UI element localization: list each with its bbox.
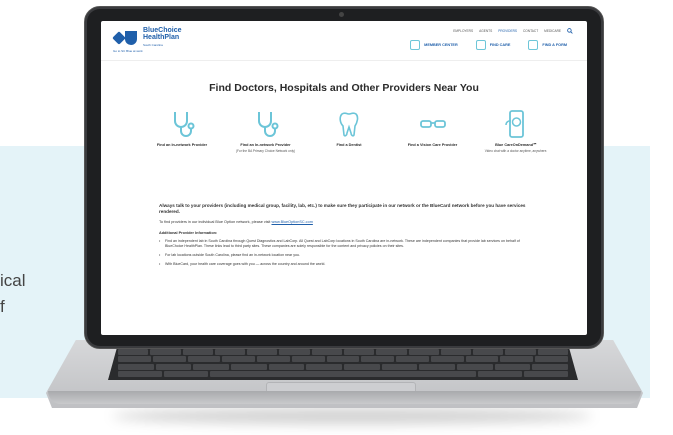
stethoscope-icon	[167, 109, 197, 139]
individual-text: To find providers in our individual Blue…	[159, 220, 271, 224]
card-sub: Video chat with a doctor anytime, anywhe…	[484, 149, 548, 153]
top-link-agents[interactable]: AGENTS	[479, 29, 492, 33]
blue-option-link[interactable]: www.BlueOptionSC.com	[272, 220, 313, 224]
individual-paragraph: To find providers in our individual Blue…	[159, 220, 539, 225]
top-link-employers[interactable]: EMPLOYERS	[453, 29, 473, 33]
nav-label: FIND CARE	[489, 43, 511, 47]
card-vision[interactable]: Find a Vision Care Provider	[400, 109, 466, 153]
camera-icon	[339, 12, 344, 17]
card-label: Blue CareOnDemand℠	[495, 143, 537, 147]
card-label: Find an In-network Provider	[240, 143, 291, 147]
card-primary-choice[interactable]: Find an In-network Provider (For the BA …	[233, 109, 299, 153]
laptop-lid: BlueChoice HealthPlan South Carolina Go …	[84, 6, 604, 349]
notice-text: Always talk to your providers (including…	[159, 203, 526, 214]
provider-cards: Find an In-network Provider Find an In-n…	[149, 109, 549, 153]
nav-member-center[interactable]: MEMBER CENTER	[410, 40, 458, 50]
tooth-icon	[334, 109, 364, 139]
laptop-front-edge	[48, 391, 641, 404]
search-icon[interactable]	[567, 28, 573, 34]
logo-sub: South Carolina	[143, 43, 163, 47]
side-text-line: ical	[0, 271, 26, 290]
additional-heading: Additional Provider Information:	[159, 231, 218, 235]
logo-name-line2: HealthPlan	[143, 34, 180, 41]
side-text-line: f	[0, 297, 5, 316]
phone-video-icon	[501, 109, 531, 139]
site-logo[interactable]: BlueChoice HealthPlan South Carolina	[112, 27, 182, 49]
nav-find-care[interactable]: FIND CARE	[475, 40, 511, 50]
card-in-network[interactable]: Find an In-network Provider	[149, 109, 215, 153]
top-links: EMPLOYERS AGENTS PROVIDERS CONTACT MEDIC…	[453, 28, 573, 34]
logo-name-line1: BlueChoice	[143, 27, 182, 34]
screen: BlueChoice HealthPlan South Carolina Go …	[101, 21, 587, 335]
side-text: ical f	[0, 268, 26, 320]
member-icon	[410, 40, 421, 50]
card-care-on-demand[interactable]: Blue CareOnDemand℠ Video chat with a doc…	[483, 109, 549, 153]
laptop-shadow	[112, 408, 592, 424]
provider-info: Always talk to your providers (including…	[159, 203, 539, 267]
top-link-medicare[interactable]: MEDICARE	[544, 29, 561, 33]
form-icon	[528, 40, 539, 50]
card-sub: (For the BA Primary Choice Network only)	[235, 149, 296, 153]
nav-label: MEMBER CENTER	[424, 43, 458, 47]
tagline[interactable]: Go to SC Blue at work	[113, 49, 143, 53]
card-label: Find a Dentist	[336, 143, 362, 147]
stethoscope-icon	[475, 40, 486, 50]
card-label: Find an In-network Provider	[156, 143, 208, 147]
site-header: BlueChoice HealthPlan South Carolina Go …	[101, 21, 587, 61]
cross-shield-logo-icon	[112, 31, 139, 45]
main-nav: MEMBER CENTER FIND CARE FIND A FORM	[410, 40, 567, 50]
keyboard	[108, 346, 578, 380]
stethoscope-icon	[251, 109, 281, 139]
glasses-icon	[418, 109, 448, 139]
list-item: Find an independent lab in South Carolin…	[159, 239, 539, 249]
list-item: With BlueCard, your health care coverage…	[159, 262, 539, 267]
logo-text: BlueChoice HealthPlan South Carolina	[143, 27, 182, 49]
card-dentist[interactable]: Find a Dentist	[316, 109, 382, 153]
page-title: Find Doctors, Hospitals and Other Provid…	[209, 82, 479, 94]
nav-label: FIND A FORM	[542, 43, 567, 47]
top-link-contact[interactable]: CONTACT	[523, 29, 538, 33]
card-label: Find a Vision Care Provider	[407, 143, 458, 147]
top-link-providers[interactable]: PROVIDERS	[498, 29, 517, 33]
list-item: For lab locations outside South Carolina…	[159, 253, 539, 258]
info-list: Find an independent lab in South Carolin…	[159, 239, 539, 267]
nav-find-form[interactable]: FIND A FORM	[528, 40, 567, 50]
